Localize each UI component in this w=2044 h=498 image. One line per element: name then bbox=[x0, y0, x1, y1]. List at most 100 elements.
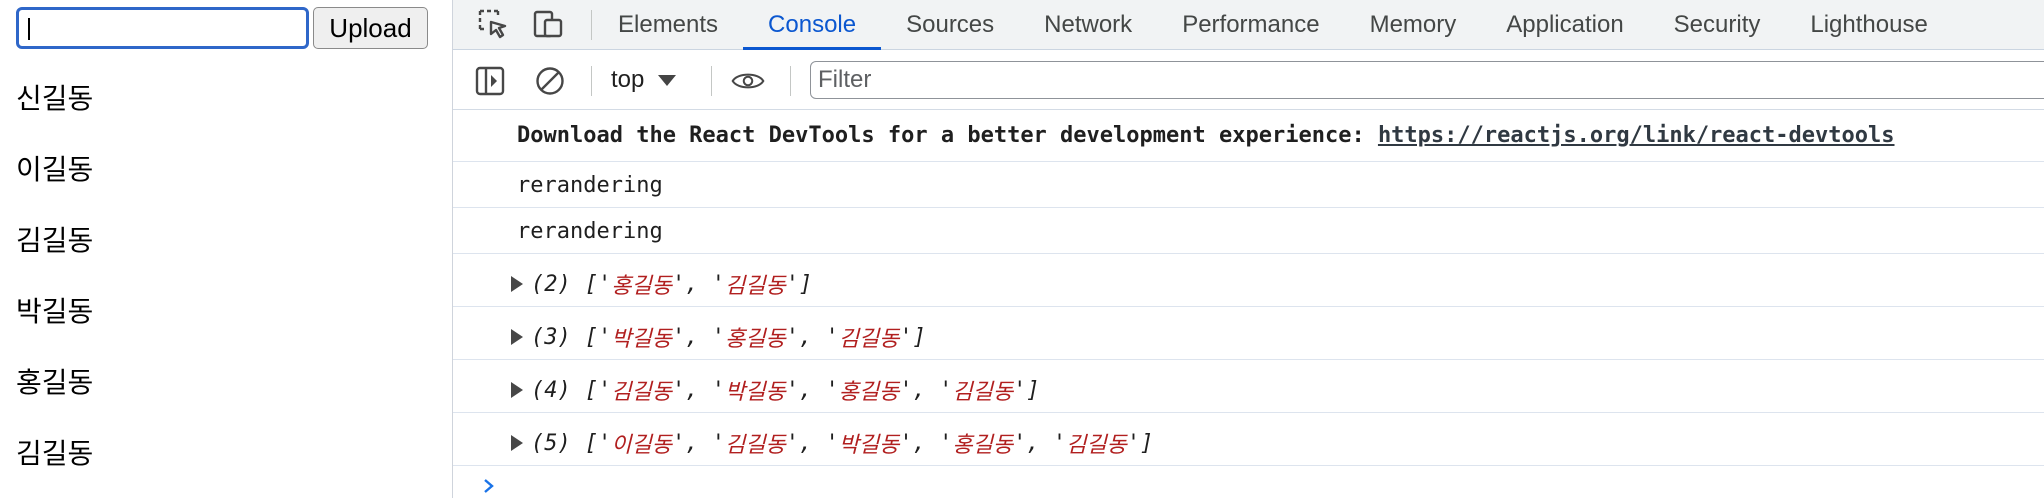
console-message: rerandering bbox=[453, 162, 2044, 208]
chevron-down-icon bbox=[658, 74, 677, 86]
bracket: [ bbox=[584, 271, 598, 297]
upload-button[interactable]: Upload bbox=[313, 7, 428, 49]
array-string: 김길동 bbox=[724, 433, 786, 458]
quote: ', ' bbox=[899, 377, 953, 403]
array-log[interactable]: (3) [ ' 박길동 ', ' 홍길동 ', ' 김길동 ' ] bbox=[453, 307, 2044, 360]
toolbar-divider bbox=[591, 66, 592, 96]
message-body: Download the React DevTools for a better… bbox=[517, 123, 1895, 148]
array-string: 김길동 bbox=[1066, 433, 1127, 458]
toolbar-divider bbox=[790, 66, 791, 96]
list-item: 박길동 bbox=[16, 295, 94, 328]
bracket: [ bbox=[584, 430, 598, 456]
sidebar-toggle-icon[interactable] bbox=[473, 64, 507, 98]
array-string: 홍길동 bbox=[724, 327, 786, 352]
devtools-tabs: Elements Console Sources Network Perform… bbox=[593, 0, 1953, 50]
bracket: ] bbox=[912, 324, 926, 350]
console-message: rerandering bbox=[453, 208, 2044, 254]
quote: ' bbox=[1013, 377, 1027, 403]
quote: ', ' bbox=[671, 324, 725, 350]
array-string: 박길동 bbox=[838, 433, 900, 458]
tab-divider bbox=[591, 10, 592, 40]
devtools-tabbar: Elements Console Sources Network Perform… bbox=[453, 0, 2044, 50]
array-string: 홍길동 bbox=[611, 274, 672, 299]
array-log[interactable]: (5) [ ' 이길동 ', ' 김길동 ', ' 박길동 ', ' 홍길동 ', ' 김길동 ' … bbox=[453, 413, 2044, 466]
quote: ' bbox=[598, 271, 612, 297]
filter-input[interactable] bbox=[811, 62, 2044, 98]
array-count: (5) bbox=[531, 430, 571, 456]
array-string: 박길동 bbox=[724, 380, 786, 405]
list-item: 김길동 bbox=[16, 224, 94, 257]
context-selector[interactable]: top bbox=[611, 62, 677, 98]
tab-console[interactable]: Console bbox=[743, 0, 882, 50]
array-string: 김길동 bbox=[838, 327, 900, 352]
filter-field[interactable] bbox=[810, 61, 2044, 99]
eye-icon[interactable] bbox=[731, 64, 765, 98]
quote: ' bbox=[598, 377, 612, 403]
list-item: 홍길동 bbox=[16, 366, 94, 399]
quote: ', ' bbox=[899, 430, 953, 456]
device-toolbar-icon[interactable] bbox=[531, 6, 567, 42]
console-toolbar: top bbox=[453, 50, 2044, 110]
expand-triangle-icon[interactable] bbox=[511, 329, 523, 345]
clear-console-icon[interactable] bbox=[533, 64, 567, 98]
toolbar-divider bbox=[711, 66, 712, 96]
tab-application[interactable]: Application bbox=[1481, 0, 1648, 50]
tab-sources[interactable]: Sources bbox=[881, 0, 1019, 50]
tab-memory[interactable]: Memory bbox=[1345, 0, 1482, 50]
expand-triangle-icon[interactable] bbox=[511, 382, 523, 398]
text-input[interactable] bbox=[16, 7, 309, 49]
expand-triangle-icon[interactable] bbox=[511, 435, 523, 451]
react-devtools-link[interactable]: https://reactjs.org/link/react-devtools bbox=[1378, 123, 1895, 148]
list-item: 이길동 bbox=[16, 153, 94, 186]
quote: ' bbox=[1126, 430, 1141, 456]
bracket: ] bbox=[798, 271, 813, 297]
bracket: ] bbox=[1026, 377, 1040, 403]
array-string: 이길동 bbox=[611, 433, 672, 458]
array-count: (2) bbox=[531, 271, 571, 297]
tab-performance[interactable]: Performance bbox=[1157, 0, 1344, 50]
array-summary: (5) [ ' 이길동 ', ' 김길동 ', ' 박길동 ', ' 홍길동 ', ' 김길동 ' … bbox=[511, 427, 1153, 459]
quote: ', ' bbox=[671, 271, 725, 297]
message-text: Download the React DevTools for a better… bbox=[517, 123, 1378, 148]
quote: ' bbox=[598, 324, 612, 350]
tab-lighthouse[interactable]: Lighthouse bbox=[1785, 0, 1952, 50]
array-summary: (3) [ ' 박길동 ', ' 홍길동 ', ' 김길동 ' ] bbox=[511, 321, 926, 353]
array-log[interactable]: (2) [ ' 홍길동 ', ' 김길동 ' ] bbox=[453, 254, 2044, 307]
quote: ', ' bbox=[785, 377, 839, 403]
message-text: rerandering bbox=[517, 219, 663, 244]
tab-security[interactable]: Security bbox=[1649, 0, 1786, 50]
console-prompt-icon[interactable] bbox=[481, 474, 497, 498]
array-string: 김길동 bbox=[611, 380, 672, 405]
quote: ', ' bbox=[785, 430, 839, 456]
bracket: ] bbox=[1140, 430, 1154, 456]
bracket: [ bbox=[584, 377, 598, 403]
tab-elements[interactable]: Elements bbox=[593, 0, 743, 50]
quote: ', ' bbox=[1013, 430, 1067, 456]
list-item: 신길동 bbox=[16, 82, 94, 115]
array-string: 홍길동 bbox=[838, 380, 900, 405]
quote: ', ' bbox=[785, 324, 839, 350]
quote: ' bbox=[598, 430, 612, 456]
array-string: 김길동 bbox=[952, 380, 1014, 405]
expand-triangle-icon[interactable] bbox=[511, 276, 523, 292]
message-text: rerandering bbox=[517, 173, 663, 198]
array-summary: (2) [ ' 홍길동 ', ' 김길동 ' ] bbox=[511, 268, 812, 300]
console-message: Download the React DevTools for a better… bbox=[453, 110, 2044, 162]
name-list: 신길동 이길동 김길동 박길동 홍길동 김길동 bbox=[16, 76, 93, 498]
quote: ', ' bbox=[671, 377, 725, 403]
quote: ' bbox=[899, 324, 913, 350]
inspect-element-icon[interactable] bbox=[475, 6, 511, 42]
array-string: 김길동 bbox=[724, 274, 786, 299]
array-count: (4) bbox=[531, 377, 571, 403]
quote: ', ' bbox=[671, 430, 725, 456]
list-item: 김길동 bbox=[16, 437, 94, 470]
context-label: top bbox=[611, 66, 645, 93]
quote: ' bbox=[785, 271, 799, 297]
upload-form: Upload bbox=[16, 7, 428, 49]
console-messages: Download the React DevTools for a better… bbox=[453, 110, 2044, 466]
array-log[interactable]: (4) [ ' 김길동 ', ' 박길동 ', ' 홍길동 ', ' 김길동 ' ] bbox=[453, 360, 2044, 413]
bracket: [ bbox=[584, 324, 598, 350]
tab-network[interactable]: Network bbox=[1019, 0, 1157, 50]
app-pane: Upload 신길동 이길동 김길동 박길동 홍길동 김길동 bbox=[0, 0, 452, 498]
array-string: 홍길동 bbox=[952, 433, 1014, 458]
